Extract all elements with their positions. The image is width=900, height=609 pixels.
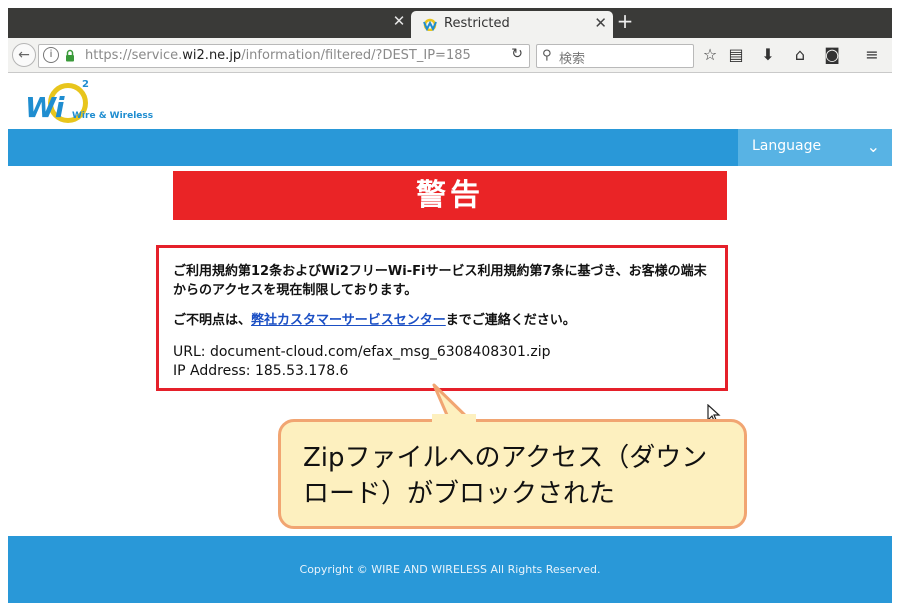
- url-host: wi2.ne.jp: [182, 48, 242, 63]
- warning-banner: 警告: [173, 171, 727, 220]
- language-label: Language: [752, 138, 822, 154]
- contact-line: ご不明点は、弊社カスタマーサービスセンターまでご連絡ください。: [173, 311, 576, 330]
- reload-icon[interactable]: ↻: [511, 46, 523, 62]
- info-icon[interactable]: i: [43, 47, 59, 63]
- tab-close-icon[interactable]: ✕: [594, 14, 607, 32]
- url-bar[interactable]: i https://service.wi2.ne.jp/information/…: [38, 44, 530, 68]
- contact-suffix: までご連絡ください。: [445, 313, 576, 328]
- callout-text: Zipファイルへのアクセス（ダウンロード）がブロックされた: [303, 443, 708, 509]
- home-icon[interactable]: ⌂: [790, 45, 810, 64]
- restriction-message-box: ご利用規約第12条およびWi2フリーWi-Fiサービス利用規約第7条に基づき、お…: [156, 245, 728, 391]
- restriction-message: ご利用規約第12条およびWi2フリーWi-Fiサービス利用規約第7条に基づき、お…: [173, 264, 707, 298]
- ip-address: IP Address: 185.53.178.6: [173, 363, 349, 379]
- chevron-down-icon: ⌄: [866, 137, 880, 156]
- copyright-text: Copyright © WIRE AND WIRELESS All Rights…: [299, 563, 601, 576]
- close-icon[interactable]: ✕: [389, 12, 409, 30]
- download-icon[interactable]: ⬇: [758, 45, 778, 64]
- logo[interactable]: Wi: [25, 91, 64, 124]
- url-path: /information/filtered/?DEST_IP=185: [241, 48, 471, 63]
- bookmark-star-icon[interactable]: ☆: [700, 45, 720, 64]
- menu-icon[interactable]: ≡: [862, 45, 882, 64]
- customer-service-link[interactable]: 弊社カスタマーサービスセンター: [251, 313, 446, 328]
- warning-title: 警告: [416, 178, 484, 213]
- logo-subtitle: Wire & Wireless: [72, 111, 154, 121]
- site-nav-bar: Language ⌄: [8, 129, 892, 166]
- url-prefix: https://service.: [85, 48, 183, 63]
- wi2-favicon-icon: [423, 18, 437, 31]
- search-icon: ⚲: [542, 48, 552, 63]
- lock-icon: [66, 49, 74, 62]
- tab-bar: ✕ Restricted ✕ +: [8, 8, 892, 38]
- site-header: Wi 2 Wire & Wireless: [8, 73, 892, 129]
- nav-toolbar: ← i https://service.wi2.ne.jp/informatio…: [8, 38, 892, 73]
- url-text: https://service.wi2.ne.jp/information/fi…: [85, 48, 495, 63]
- reading-list-icon[interactable]: ▤: [726, 45, 746, 64]
- search-placeholder: 検索: [559, 52, 586, 67]
- contact-prefix: ご不明点は、: [173, 313, 252, 328]
- new-tab-icon[interactable]: +: [613, 9, 637, 33]
- language-selector[interactable]: Language ⌄: [738, 129, 892, 166]
- site-footer: Copyright © WIRE AND WIRELESS All Rights…: [8, 536, 892, 603]
- callout-pointer-cover: [432, 414, 476, 424]
- tab-title: Restricted: [444, 16, 510, 31]
- search-input[interactable]: ⚲ 検索: [536, 44, 694, 68]
- back-button[interactable]: ←: [12, 43, 36, 67]
- pocket-icon[interactable]: ◙: [822, 45, 842, 64]
- blocked-url: URL: document-cloud.com/efax_msg_6308408…: [173, 344, 551, 360]
- callout-annotation: Zipファイルへのアクセス（ダウンロード）がブロックされた: [278, 419, 747, 529]
- tab-restricted[interactable]: Restricted ✕: [411, 11, 613, 38]
- logo-superscript: 2: [82, 79, 89, 90]
